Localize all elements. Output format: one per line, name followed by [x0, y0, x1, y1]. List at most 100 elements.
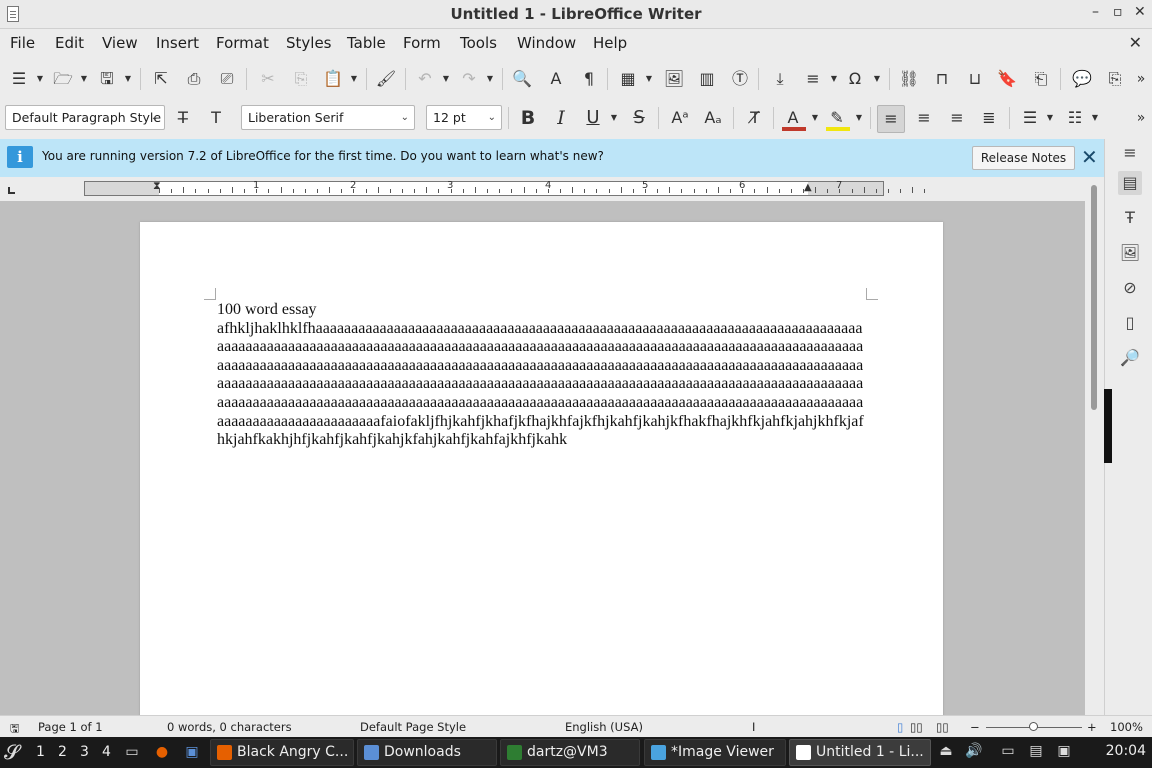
new-dropdown[interactable]: ▼ — [36, 68, 44, 90]
print-icon[interactable]: ⎙ — [183, 68, 205, 90]
find-replace-icon[interactable]: 🔍 — [511, 68, 533, 90]
menu-insert[interactable]: Insert — [156, 34, 199, 52]
clone-formatting-icon[interactable]: 🖌 — [375, 68, 397, 90]
workspace-3[interactable]: 3 — [80, 744, 89, 760]
paste-icon[interactable]: 📋 — [322, 68, 344, 90]
zoom-out-button[interactable]: − — [970, 720, 980, 734]
language[interactable]: English (USA) — [565, 720, 643, 734]
workspace-4[interactable]: 4 — [102, 744, 111, 760]
justify-icon[interactable]: ≣ — [978, 107, 1000, 129]
zoom-slider-knob[interactable] — [1029, 722, 1038, 731]
align-right-icon[interactable]: ≡ — [946, 107, 968, 129]
zoom-level[interactable]: 100% — [1110, 720, 1143, 734]
page-icon[interactable]: ▯ — [1118, 311, 1142, 335]
menu-form[interactable]: Form — [403, 34, 441, 52]
word-count[interactable]: 0 words, 0 characters — [167, 720, 292, 734]
task-terminal[interactable]: dartz@VM3 — [500, 739, 640, 766]
insert-mode-icon[interactable]: I — [752, 720, 755, 734]
toolbar-overflow-icon[interactable]: » — [1130, 107, 1152, 129]
bold-button[interactable]: B — [517, 107, 539, 129]
superscript-icon[interactable]: Aᵃ — [669, 107, 691, 129]
firefox-launcher-icon[interactable]: ● — [153, 743, 171, 761]
menu-table[interactable]: Table — [347, 34, 386, 52]
insert-bookmark-icon[interactable]: 🔖 — [996, 68, 1018, 90]
desktop-launcher-icon[interactable]: ▣ — [183, 743, 201, 761]
task-downloads[interactable]: Downloads — [357, 739, 497, 766]
network-icon[interactable]: ▭ — [999, 742, 1017, 760]
cut-icon[interactable]: ✂ — [257, 68, 279, 90]
special-character-icon[interactable]: Ω — [844, 68, 866, 90]
font-color-dropdown[interactable]: ▼ — [811, 107, 819, 129]
document-page[interactable]: 100 word essay afhkljhaklhklfhaaaaaaaaaa… — [140, 222, 943, 722]
strikethrough-button[interactable]: S — [628, 107, 650, 129]
font-name-combo[interactable]: Liberation Serif ⌄ — [241, 105, 415, 130]
minimize-button[interactable]: – — [1092, 4, 1099, 20]
spelling-icon[interactable]: A — [545, 68, 567, 90]
horizontal-ruler[interactable]: 1 2 3 4 5 6 7 ⧗ ▲ — [84, 179, 926, 196]
formatting-marks-icon[interactable]: ¶ — [578, 68, 600, 90]
task-image-viewer[interactable]: *Image Viewer — [644, 739, 786, 766]
navigator-icon[interactable]: ⊘ — [1118, 276, 1142, 300]
table-dropdown[interactable]: ▼ — [645, 68, 653, 90]
right-indent-marker-icon[interactable]: ▲ — [804, 182, 812, 193]
align-left-icon[interactable]: ≡ — [877, 105, 905, 133]
insert-textbox-icon[interactable]: Ⓣ — [729, 68, 751, 90]
insert-cross-reference-icon[interactable]: ⎗ — [1030, 68, 1052, 90]
font-color-icon[interactable]: A — [782, 107, 804, 129]
save-icon[interactable]: 🖫 — [96, 68, 118, 90]
undo-icon[interactable]: ↶ — [414, 68, 436, 90]
infobar-close-button[interactable]: ✕ — [1081, 145, 1098, 169]
special-char-dropdown[interactable]: ▼ — [873, 68, 881, 90]
track-changes-icon[interactable]: ⎘ — [1104, 68, 1126, 90]
clock[interactable]: 20:04 — [1106, 743, 1146, 759]
paste-dropdown[interactable]: ▼ — [350, 68, 358, 90]
document-text[interactable]: 100 word essay afhkljhaklhklfhaaaaaaaaaa… — [217, 301, 867, 450]
single-page-view-icon[interactable]: ▯ — [897, 720, 903, 734]
menu-view[interactable]: View — [102, 34, 138, 52]
scrollbar-thumb[interactable] — [1091, 185, 1097, 410]
left-indent-marker-icon[interactable]: ⧗ — [153, 179, 161, 193]
maximize-button[interactable]: ▫ — [1113, 4, 1123, 20]
new-style-icon[interactable]: T — [205, 107, 227, 129]
insert-table-icon[interactable]: ▦ — [617, 68, 639, 90]
document-close-button[interactable]: ✕ — [1129, 33, 1142, 52]
update-style-icon[interactable]: T̶ — [172, 107, 194, 129]
zoom-in-button[interactable]: + — [1087, 720, 1097, 734]
paragraph-style-combo[interactable]: Default Paragraph Style ⌄ — [5, 105, 165, 130]
ordered-list-icon[interactable]: ☷ — [1064, 107, 1086, 129]
release-notes-button[interactable]: Release Notes — [972, 146, 1075, 170]
menu-styles[interactable]: Styles — [286, 34, 332, 52]
clipboard-icon[interactable]: ▤ — [1027, 742, 1045, 760]
task-firefox[interactable]: Black Angry C... — [210, 739, 354, 766]
highlight-color-icon[interactable]: ✎ — [826, 107, 848, 129]
italic-button[interactable]: I — [550, 107, 572, 129]
style-inspector-icon[interactable]: 🔎 — [1118, 346, 1142, 370]
menu-format[interactable]: Format — [216, 34, 269, 52]
print-preview-icon[interactable]: ⎚ — [216, 68, 238, 90]
insert-page-break-icon[interactable]: ⤓ — [769, 68, 791, 90]
unordered-list-icon[interactable]: ☰ — [1019, 107, 1041, 129]
page-style[interactable]: Default Page Style — [360, 720, 466, 734]
save-dropdown[interactable]: ▼ — [124, 68, 132, 90]
field-dropdown[interactable]: ▼ — [830, 68, 838, 90]
insert-field-icon[interactable]: ≡ — [802, 68, 824, 90]
redo-icon[interactable]: ↷ — [458, 68, 480, 90]
insert-comment-icon[interactable]: 💬 — [1071, 68, 1093, 90]
new-document-icon[interactable]: ☰ — [8, 68, 30, 90]
redo-dropdown[interactable]: ▼ — [486, 68, 494, 90]
insert-footnote-icon[interactable]: ⊓ — [931, 68, 953, 90]
insert-hyperlink-icon[interactable]: ⛓ — [898, 68, 920, 90]
insert-endnote-icon[interactable]: ⊔ — [964, 68, 986, 90]
unordered-list-dropdown[interactable]: ▼ — [1046, 107, 1054, 129]
copy-icon[interactable]: ⎘ — [290, 68, 312, 90]
export-pdf-icon[interactable]: ⇱ — [150, 68, 172, 90]
workspace-1[interactable]: 1 — [36, 744, 45, 760]
ordered-list-dropdown[interactable]: ▼ — [1091, 107, 1099, 129]
tab-stop-icon[interactable] — [8, 187, 15, 194]
start-menu-icon[interactable]: 𝓢 — [4, 740, 19, 764]
menu-edit[interactable]: Edit — [55, 34, 84, 52]
insert-chart-icon[interactable]: ▥ — [696, 68, 718, 90]
toolbar-overflow-icon[interactable]: » — [1130, 68, 1152, 90]
open-dropdown[interactable]: ▼ — [80, 68, 88, 90]
usb-icon[interactable]: ⏏ — [937, 742, 955, 760]
